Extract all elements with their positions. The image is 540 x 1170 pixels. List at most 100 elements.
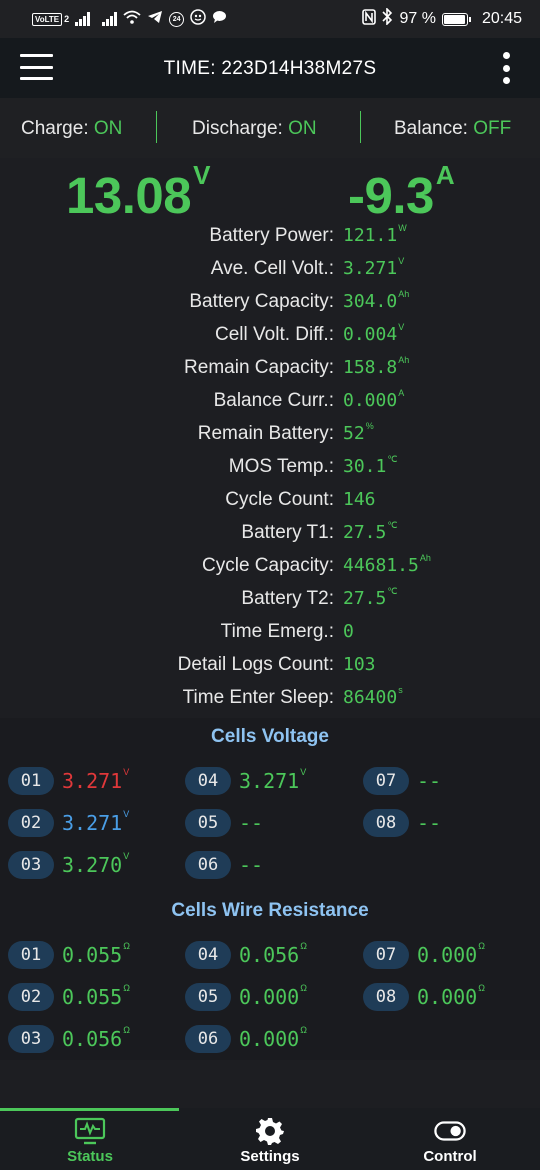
- info-value: 158.8Ah: [343, 355, 410, 378]
- cell-value: 3.271V: [239, 767, 307, 793]
- info-value: 44681.5Ah: [343, 553, 431, 576]
- section-title: Cells Voltage: [211, 726, 329, 747]
- info-label: Remain Battery:: [197, 423, 334, 444]
- info-unit: %: [365, 421, 374, 431]
- info-value: 304.0Ah: [343, 289, 410, 312]
- system-status-bar: VoLTE 2 24 97 % 20:45: [0, 0, 540, 38]
- info-label: Time Enter Sleep:: [182, 687, 334, 708]
- section-title: Cells Wire Resistance: [171, 900, 369, 921]
- cell-value: --: [239, 853, 264, 877]
- signal-strength-2-icon: [102, 12, 118, 26]
- bluetooth-icon: [382, 7, 393, 30]
- telegram-icon: [147, 10, 163, 29]
- cell-unit: Ω: [123, 941, 130, 951]
- cells-voltage-section: Cells Voltage 01 3.271V 02 3.271V 03 3.270V 04…: [0, 718, 540, 888]
- info-label: Detail Logs Count:: [177, 654, 334, 675]
- info-value: 121.1W: [343, 223, 407, 246]
- info-label: Time Emerg.:: [220, 621, 334, 642]
- info-value: 0: [343, 621, 354, 642]
- info-row: Remain Capacity: 158.8Ah: [0, 354, 540, 387]
- cell-value: 0.000Ω: [239, 983, 307, 1009]
- voltage-cell: 01 3.271V: [8, 761, 129, 801]
- discharge-value: ON: [288, 118, 317, 139]
- info-row: Battery T1: 27.5℃: [0, 519, 540, 552]
- info-unit: A: [398, 388, 405, 398]
- divider: [360, 111, 361, 143]
- cell-value: 0.056Ω: [239, 941, 307, 967]
- info-unit: W: [398, 223, 407, 233]
- cell-unit: V: [300, 767, 307, 777]
- divider: [156, 111, 157, 143]
- cell-number-badge: 06: [185, 1025, 231, 1053]
- info-value: 30.1℃: [343, 454, 398, 477]
- monitor-pulse-icon: [74, 1116, 106, 1146]
- wifi-icon: [123, 10, 141, 29]
- cell-number-badge: 04: [185, 767, 231, 795]
- resistance-cell: 08 0.000Ω: [363, 977, 485, 1017]
- info-row: Cycle Count: 146: [0, 486, 540, 519]
- info-row: Balance Curr.: 0.000A: [0, 387, 540, 420]
- chat-icon: [212, 10, 227, 29]
- voltage-cell: 02 3.271V: [8, 803, 129, 843]
- voltage-cell: 07 --: [363, 761, 442, 801]
- signal-strength-icon: [75, 12, 91, 26]
- cell-number-badge: 06: [185, 851, 231, 879]
- info-row: Cell Volt. Diff.: 0.004V: [0, 321, 540, 354]
- info-label: Battery Power:: [209, 225, 334, 246]
- cell-number-badge: 01: [8, 941, 54, 969]
- sim-index: 2: [64, 14, 70, 24]
- cell-value: --: [239, 811, 264, 835]
- info-value: 86400s: [343, 685, 403, 708]
- charge-label: Charge:: [21, 118, 94, 139]
- info-value: 0.000A: [343, 388, 405, 411]
- cell-value: 0.056Ω: [62, 1025, 130, 1051]
- info-row: Time Emerg.: 0: [0, 618, 540, 651]
- info-row: Remain Battery: 52%: [0, 420, 540, 453]
- voltage-cell: 06 --: [185, 845, 264, 885]
- switch-status-row: Charge: ON Discharge: ON Balance: OFF: [0, 98, 540, 158]
- nav-status[interactable]: Status: [0, 1108, 180, 1170]
- info-label: Ave. Cell Volt.:: [210, 258, 334, 279]
- more-options-icon[interactable]: [502, 52, 510, 84]
- info-value: 0.004V: [343, 322, 405, 345]
- info-label: Battery Capacity:: [189, 291, 334, 312]
- discharge-status: Discharge: ON: [192, 118, 317, 140]
- balance-value: OFF: [473, 118, 512, 139]
- current-unit: A: [435, 160, 455, 190]
- resistance-cell: 06 0.000Ω: [185, 1019, 307, 1059]
- info-label: Cell Volt. Diff.:: [215, 324, 334, 345]
- cell-unit: Ω: [300, 983, 307, 993]
- info-value: 27.5℃: [343, 520, 398, 543]
- total-current-value: -9.3: [348, 167, 434, 224]
- nav-settings[interactable]: Settings: [180, 1108, 360, 1170]
- info-row: Battery T2: 27.5℃: [0, 585, 540, 618]
- info-value: 27.5℃: [343, 586, 398, 609]
- voltage-cell: 03 3.270V: [8, 845, 129, 885]
- cell-number-badge: 02: [8, 809, 54, 837]
- info-unit: s: [398, 685, 403, 695]
- balance-label: Balance:: [394, 118, 474, 139]
- info-unit: ℃: [387, 586, 398, 596]
- info-row: Detail Logs Count: 103: [0, 651, 540, 684]
- cell-unit: V: [123, 851, 130, 861]
- info-row: Battery Capacity: 304.0Ah: [0, 288, 540, 321]
- cell-value: 0.055Ω: [62, 941, 130, 967]
- info-label: Balance Curr.:: [213, 390, 334, 411]
- cell-value: 3.271V: [62, 767, 130, 793]
- cell-value: --: [417, 769, 442, 793]
- cell-number-badge: 07: [363, 941, 409, 969]
- discharge-label: Discharge:: [192, 118, 289, 139]
- cell-value: 3.271V: [62, 809, 130, 835]
- charge-status: Charge: ON: [21, 118, 122, 140]
- cell-number-badge: 08: [363, 809, 409, 837]
- battery-percent: 97 %: [399, 10, 436, 27]
- cell-number-badge: 05: [185, 809, 231, 837]
- cell-unit: Ω: [123, 1025, 130, 1035]
- info-unit: ℃: [387, 454, 398, 464]
- resistance-cell: 03 0.056Ω: [8, 1019, 130, 1059]
- info-label: Battery T1:: [241, 522, 334, 543]
- page-title: TIME: 223D14H38M27S: [163, 58, 377, 79]
- resistance-cell: 07 0.000Ω: [363, 935, 485, 975]
- nav-control[interactable]: Control: [360, 1108, 540, 1170]
- cell-value: --: [417, 811, 442, 835]
